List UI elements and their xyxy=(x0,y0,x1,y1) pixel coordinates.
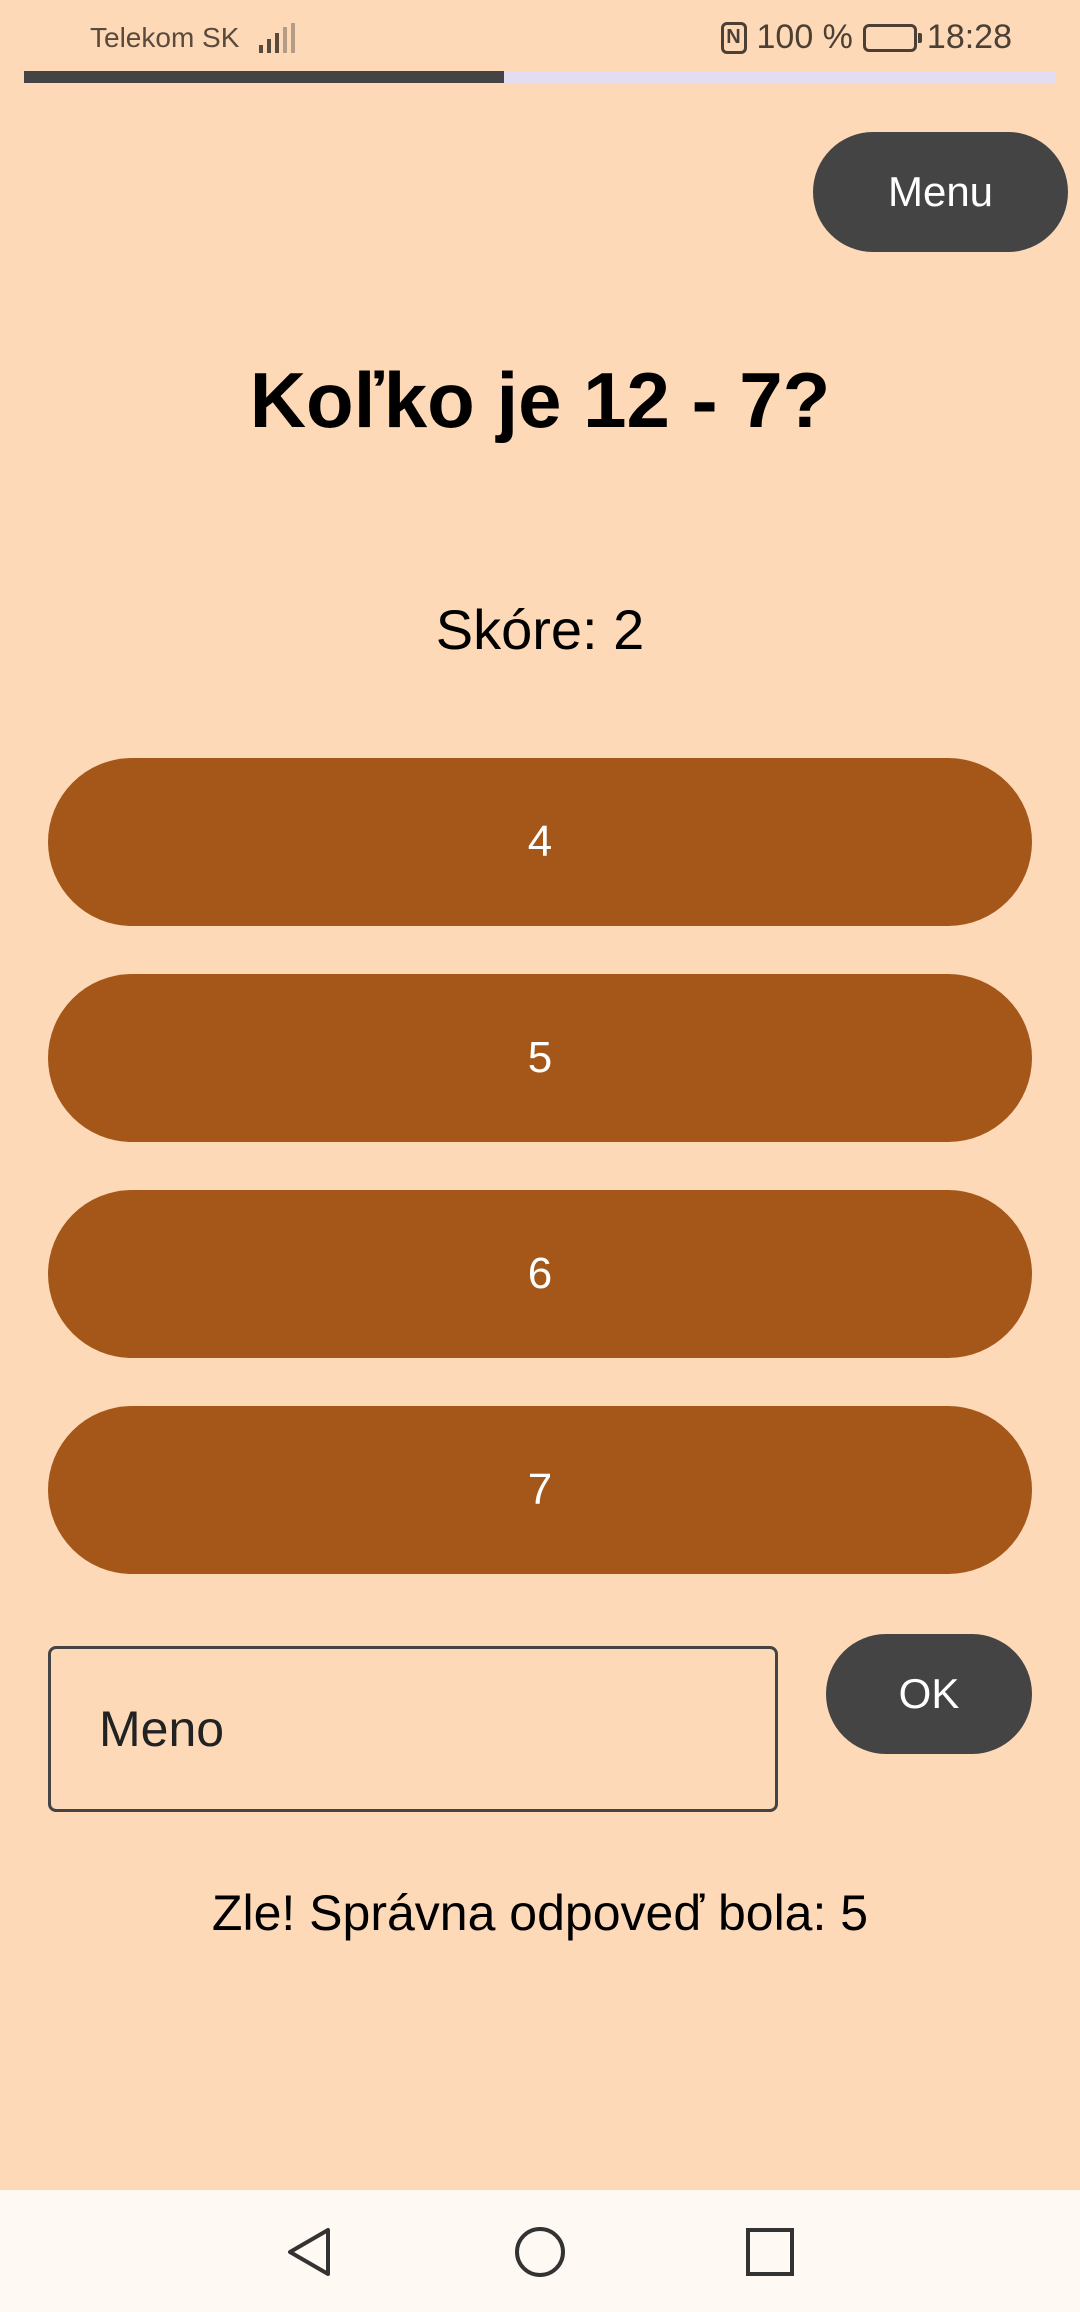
carrier-group: Telekom SK xyxy=(90,22,296,54)
battery-percent: 100 % xyxy=(756,18,853,56)
answer-button-3[interactable]: 6 xyxy=(48,1190,1032,1358)
score-text: Skóre: 2 xyxy=(435,598,645,661)
feedback-text: Zle! Správna odpoveď bola: 5 xyxy=(211,1885,869,1941)
status-right: N 100 % 18:28 xyxy=(720,18,1012,57)
name-input[interactable] xyxy=(48,1646,778,1812)
ok-button[interactable]: OK xyxy=(826,1634,1032,1754)
signal-icon xyxy=(259,23,296,53)
answer-button-4[interactable]: 7 xyxy=(48,1406,1032,1574)
progress-fill xyxy=(24,71,504,83)
recents-icon[interactable] xyxy=(738,2220,802,2284)
answer-button-2[interactable]: 5 xyxy=(48,974,1032,1142)
home-icon[interactable] xyxy=(508,2220,572,2284)
progress-bar xyxy=(24,71,1056,83)
navigation-bar xyxy=(0,2190,1080,2312)
battery-icon xyxy=(862,23,922,52)
menu-button[interactable]: Menu xyxy=(813,132,1068,252)
answer-list: 4 5 6 7 xyxy=(48,758,1032,1622)
clock: 18:28 xyxy=(926,18,1012,56)
nfc-icon: N xyxy=(720,21,747,54)
status-bar: Telekom SK N 100 % 18:28 xyxy=(0,0,1080,80)
carrier-name: Telekom SK xyxy=(90,22,240,53)
back-icon[interactable] xyxy=(278,2220,342,2284)
answer-button-1[interactable]: 4 xyxy=(48,758,1032,926)
question-title: Koľko je 12 - 7? xyxy=(249,356,831,444)
